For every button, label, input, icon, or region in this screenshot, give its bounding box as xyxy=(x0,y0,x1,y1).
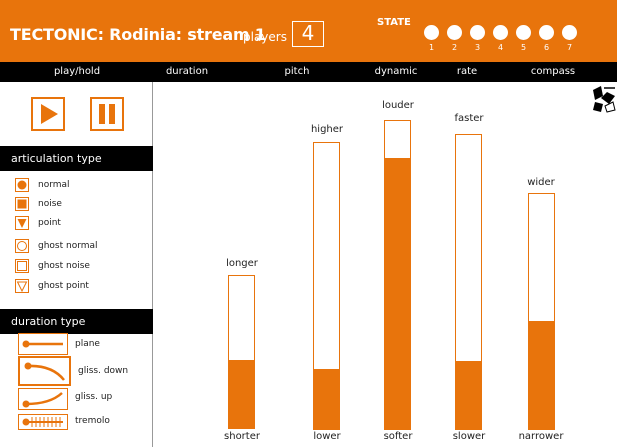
duration-type-label: tremolo xyxy=(75,416,110,426)
dynamic-slider[interactable] xyxy=(384,120,411,430)
state-dot-3[interactable] xyxy=(470,25,485,40)
hollow-circle-icon[interactable] xyxy=(15,239,29,253)
pause-button[interactable] xyxy=(90,97,124,131)
state-number: 1 xyxy=(428,43,435,52)
pitch-slider-fill xyxy=(314,368,339,429)
duration-slider-fill xyxy=(229,359,254,428)
filled-triangle-icon[interactable] xyxy=(15,216,29,230)
articulation-label: ghost point xyxy=(38,281,89,291)
state-dot-2[interactable] xyxy=(447,25,462,40)
state-dot-4[interactable] xyxy=(493,25,508,40)
filled-circle-icon[interactable] xyxy=(15,178,29,192)
plane-line-icon[interactable] xyxy=(18,333,68,355)
state-number: 6 xyxy=(543,43,550,52)
articulation-label: noise xyxy=(38,199,62,209)
compass-icon[interactable] xyxy=(591,84,617,114)
column-duration: duration xyxy=(165,66,209,77)
column-rate: rate xyxy=(456,66,478,77)
compass-slider[interactable] xyxy=(528,193,555,430)
play-icon xyxy=(41,104,58,124)
pause-icon xyxy=(99,104,115,124)
dynamic-slider-bottom-label: softer xyxy=(383,431,413,442)
state-number: 7 xyxy=(566,43,573,52)
column-compass: compass xyxy=(530,66,576,77)
players-count-field[interactable]: 4 xyxy=(292,21,324,47)
articulation-label: ghost normal xyxy=(38,241,98,251)
column-dynamic: dynamic xyxy=(374,66,418,77)
state-dot-5[interactable] xyxy=(516,25,531,40)
duration-slider-bottom-label: shorter xyxy=(224,431,260,442)
dynamic-slider-top-label: louder xyxy=(382,100,414,111)
state-dot-6[interactable] xyxy=(539,25,554,40)
hollow-triangle-icon[interactable] xyxy=(15,279,29,293)
articulation-label: ghost noise xyxy=(38,261,90,271)
state-label: STATE xyxy=(377,17,411,28)
tremolo-icon[interactable] xyxy=(18,414,68,430)
play-button[interactable] xyxy=(31,97,65,131)
articulation-label: point xyxy=(38,218,61,228)
state-number: 3 xyxy=(474,43,481,52)
duration-slider-top-label: longer xyxy=(226,258,258,269)
filled-square-icon[interactable] xyxy=(15,197,29,211)
rate-slider-top-label: faster xyxy=(454,113,484,124)
duration-type-label: plane xyxy=(75,339,100,349)
column-play-hold: play/hold xyxy=(53,66,101,77)
rate-slider-fill xyxy=(456,361,481,429)
duration-slider[interactable] xyxy=(228,275,255,429)
state-number: 5 xyxy=(520,43,527,52)
dynamic-slider-fill xyxy=(385,157,410,429)
gliss-up-icon[interactable] xyxy=(18,388,68,410)
rate-slider[interactable] xyxy=(455,134,482,430)
pitch-slider[interactable] xyxy=(313,142,340,430)
compass-slider-top-label: wider xyxy=(527,177,555,188)
articulation-label: normal xyxy=(38,180,70,190)
compass-slider-bottom-label: narrower xyxy=(518,431,564,442)
state-number: 2 xyxy=(451,43,458,52)
duration-type-label: gliss. up xyxy=(75,392,113,402)
articulation-heading: articulation type xyxy=(0,146,153,171)
app-title: TECTONIC: Rodinia: stream 1 xyxy=(10,25,266,44)
duration-type-label: gliss. down xyxy=(78,366,129,376)
state-dot-7[interactable] xyxy=(562,25,577,40)
pitch-slider-bottom-label: lower xyxy=(313,431,341,442)
players-label: players xyxy=(243,30,287,44)
pitch-slider-top-label: higher xyxy=(310,124,344,135)
hollow-square-icon[interactable] xyxy=(15,259,29,273)
rate-slider-bottom-label: slower xyxy=(452,431,486,442)
column-pitch: pitch xyxy=(284,66,310,77)
state-number: 4 xyxy=(497,43,504,52)
state-dot-1[interactable] xyxy=(424,25,439,40)
duration-type-heading: duration type xyxy=(0,309,153,334)
gliss-down-icon[interactable] xyxy=(18,356,71,386)
compass-slider-fill xyxy=(529,320,554,429)
